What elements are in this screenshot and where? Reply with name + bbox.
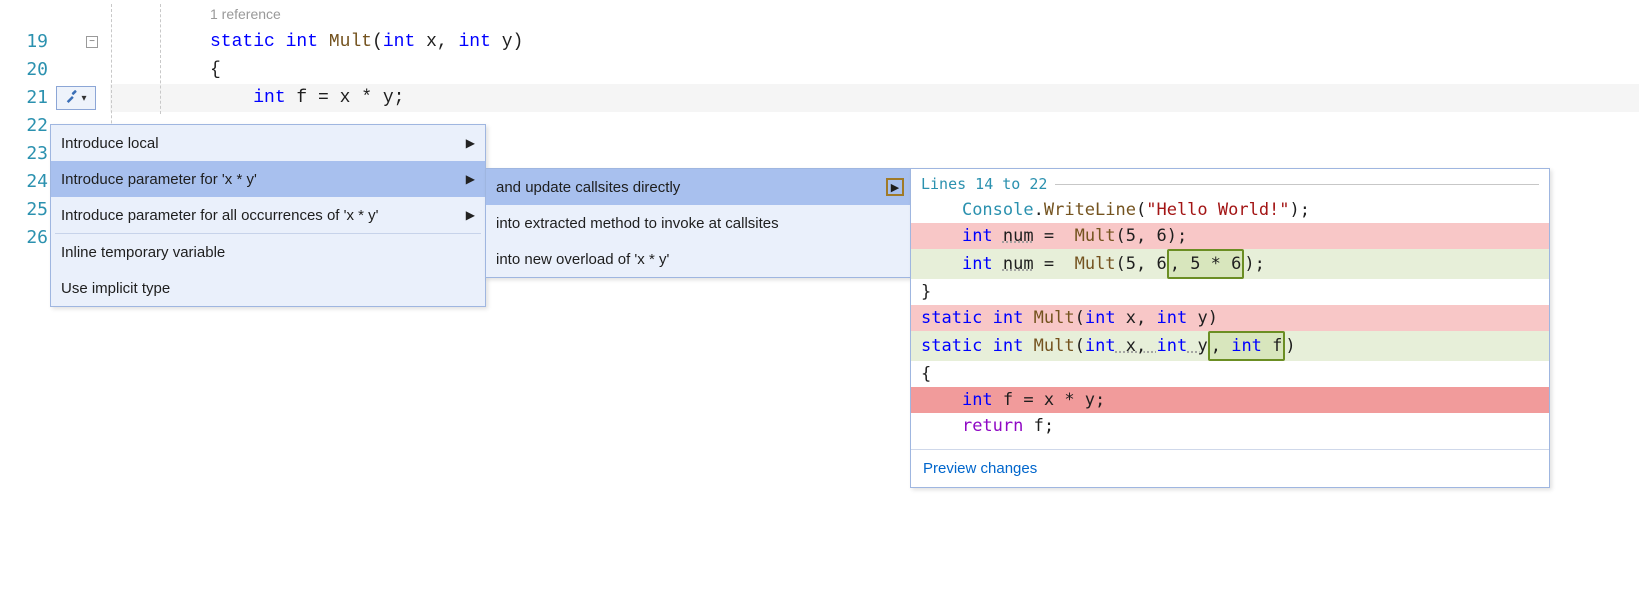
menu-item-introduce-parameter[interactable]: Introduce parameter for 'x * y' ▶ xyxy=(51,161,485,197)
preview-line: } xyxy=(911,279,1549,305)
line-number: 22 xyxy=(0,112,54,140)
menu-item-introduce-local[interactable]: Introduce local ▶ xyxy=(51,125,485,161)
menu-item-label: Introduce parameter for all occurrences … xyxy=(61,207,379,224)
menu-item-label: Inline temporary variable xyxy=(61,244,225,261)
preview-header-label: Lines 14 to 22 xyxy=(921,175,1047,193)
line-number: 23 xyxy=(0,140,54,168)
preview-footer: Preview changes xyxy=(911,449,1549,487)
submenu-item-extracted-method[interactable]: into extracted method to invoke at calls… xyxy=(486,205,910,241)
code-line[interactable]: static int Mult(int x, int y) xyxy=(110,28,523,56)
codelens-references[interactable]: 1 reference xyxy=(110,0,523,28)
submenu-arrow-icon: ▶ xyxy=(466,136,475,150)
preview-header: Lines 14 to 22 xyxy=(911,169,1549,195)
menu-item-label: Introduce parameter for 'x * y' xyxy=(61,171,257,188)
submenu-arrow-icon: ▶ xyxy=(466,172,475,186)
line-number: 26 xyxy=(0,224,54,252)
fold-toggle-icon[interactable]: − xyxy=(86,36,98,48)
preview-panel: Lines 14 to 22 Console.WriteLine("Hello … xyxy=(910,168,1550,488)
preview-changes-link[interactable]: Preview changes xyxy=(923,460,1037,477)
dropdown-caret-icon: ▾ xyxy=(81,93,86,104)
menu-item-label: Introduce local xyxy=(61,135,159,152)
preview-line: { xyxy=(911,361,1549,387)
line-number: 20 xyxy=(0,56,54,84)
submenu-item-new-overload[interactable]: into new overload of 'x * y' xyxy=(486,241,910,277)
submenu-item-update-callsites[interactable]: and update callsites directly ▶ xyxy=(486,169,910,205)
line-number-gutter: 19 20 21 22 23 24 25 26 xyxy=(0,0,54,252)
quick-actions-lightbulb[interactable]: ▾ xyxy=(56,86,96,110)
menu-item-label: Use implicit type xyxy=(61,280,170,297)
preview-line-inserted: int num = Mult(5, 6, 5 * 6); xyxy=(911,249,1549,279)
line-number: 19 xyxy=(0,28,54,56)
preview-body: Console.WriteLine("Hello World!"); int n… xyxy=(911,195,1549,449)
code-line[interactable]: int f = x * y; xyxy=(110,84,523,112)
preview-line-deleted: int f = x * y; xyxy=(911,387,1549,413)
header-rule xyxy=(1055,184,1539,185)
preview-expand-icon[interactable]: ▶ xyxy=(886,178,904,196)
menu-item-use-implicit-type[interactable]: Use implicit type xyxy=(51,270,485,306)
code-area[interactable]: 1 reference static int Mult(int x, int y… xyxy=(110,0,523,112)
menu-item-label: and update callsites directly xyxy=(496,179,680,196)
menu-item-label: into extracted method to invoke at calls… xyxy=(496,215,779,232)
code-line[interactable]: { xyxy=(110,56,523,84)
submenu-arrow-icon: ▶ xyxy=(466,208,475,222)
menu-item-inline-temp[interactable]: Inline temporary variable xyxy=(51,234,485,270)
inserted-text-highlight: , int f xyxy=(1208,331,1286,361)
quick-actions-submenu[interactable]: and update callsites directly ▶ into ext… xyxy=(485,168,911,278)
preview-line-inserted: static int Mult(int x, int y, int f) xyxy=(911,331,1549,361)
menu-item-label: into new overload of 'x * y' xyxy=(496,251,669,268)
preview-line: return f; xyxy=(911,413,1549,439)
menu-item-introduce-parameter-all[interactable]: Introduce parameter for all occurrences … xyxy=(51,197,485,233)
preview-line-deleted: int num = Mult(5, 6); xyxy=(911,223,1549,249)
preview-line-deleted: static int Mult(int x, int y) xyxy=(911,305,1549,331)
screwdriver-icon xyxy=(65,89,79,108)
line-number: 24 xyxy=(0,168,54,196)
inserted-text-highlight: , 5 * 6 xyxy=(1167,249,1245,279)
quick-actions-menu[interactable]: Introduce local ▶ Introduce parameter fo… xyxy=(50,124,486,307)
preview-line: Console.WriteLine("Hello World!"); xyxy=(911,197,1549,223)
line-number: 25 xyxy=(0,196,54,224)
line-number: 21 xyxy=(0,84,54,112)
